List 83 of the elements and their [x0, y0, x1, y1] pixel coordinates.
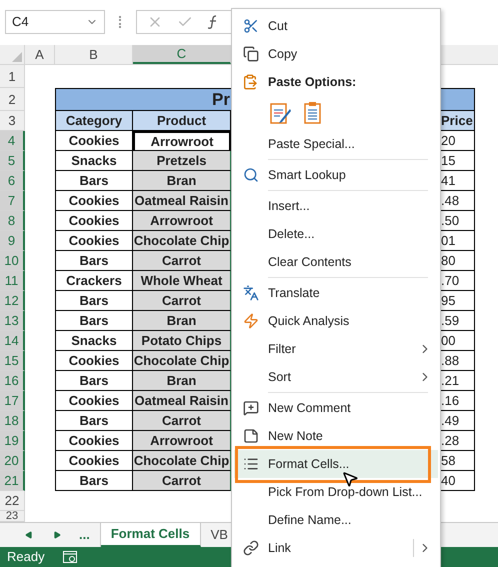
row-header[interactable]: 10 — [0, 251, 25, 271]
row-header[interactable]: 7 — [0, 191, 25, 211]
table-cell: Oatmeal Raisin — [133, 391, 231, 411]
table-cell: Oatmeal Raisin — [133, 191, 231, 211]
table-cell: Chocolate Chip — [133, 451, 231, 471]
row-header[interactable]: 14 — [0, 331, 25, 351]
row-header[interactable]: 4 — [0, 131, 25, 151]
clipboard-icon — [242, 74, 258, 90]
lightning-icon — [243, 313, 259, 329]
table-cell: Carrot — [133, 291, 231, 311]
menu-item[interactable]: New Comment — [234, 394, 438, 422]
table-cell: Bran — [133, 371, 231, 391]
table-cell: Bran — [133, 311, 231, 331]
paste-format-icon[interactable] — [270, 101, 292, 125]
row-header[interactable]: 13 — [0, 311, 25, 331]
menu-item[interactable]: Delete... — [234, 220, 438, 248]
column-header[interactable]: C — [133, 45, 231, 64]
column-header[interactable]: A — [25, 45, 55, 64]
cursor-icon — [341, 470, 359, 488]
name-box[interactable]: C4 — [5, 10, 105, 34]
menu-item[interactable]: Insert... — [234, 192, 438, 220]
menu-item[interactable]: Sort — [234, 363, 438, 391]
table-cell: Chocolate Chip — [133, 231, 231, 251]
row-header[interactable]: 5 — [0, 151, 25, 171]
row-header[interactable]: 9 — [0, 231, 25, 251]
row-header[interactable]: 3 — [0, 111, 25, 131]
menu-item[interactable]: Filter — [234, 335, 438, 363]
row-header[interactable]: 16 — [0, 371, 25, 391]
menu-item[interactable]: Translate — [234, 279, 438, 307]
more-sheets-button[interactable]: ... — [79, 525, 90, 545]
copy-icon — [243, 46, 259, 62]
status-text: Ready — [7, 548, 45, 566]
row-header[interactable]: 1 — [0, 65, 25, 88]
menu-item[interactable]: Paste Special... — [234, 130, 438, 158]
table-cell: Arrowroot — [133, 211, 231, 231]
table-cell: Chocolate Chip — [133, 351, 231, 371]
row-header[interactable]: 22 — [0, 491, 25, 511]
translate-icon — [243, 285, 259, 301]
menu-item[interactable]: Copy — [234, 40, 438, 68]
function-icon[interactable] — [207, 15, 219, 29]
scroll-left-icon[interactable] — [25, 531, 33, 539]
menu-item[interactable]: Quick Analysis — [234, 307, 438, 335]
scissors-icon — [243, 18, 259, 34]
table-cell: Pretzels — [133, 151, 231, 171]
menu-item[interactable]: Format Cells... — [234, 450, 438, 478]
row-header[interactable]: 11 — [0, 271, 25, 291]
table-cell: Arrowroot — [133, 431, 231, 451]
table-header-cell: Price — [441, 111, 475, 131]
menu-section-header: Paste Options: — [268, 74, 356, 91]
table-cell: Carrot — [133, 251, 231, 271]
menu-item[interactable]: Cut — [234, 12, 438, 40]
table-cell: Bran — [133, 171, 231, 191]
row-header[interactable]: 20 — [0, 451, 25, 471]
table-cell: Potato Chips — [133, 331, 231, 351]
row-header[interactable]: 2 — [0, 88, 25, 111]
menu-item[interactable]: New Note — [234, 422, 438, 450]
grip-icon — [119, 16, 122, 28]
row-header[interactable]: 18 — [0, 411, 25, 431]
row-header[interactable]: 21 — [0, 471, 25, 491]
table-cell: Arrowroot — [133, 131, 231, 151]
search-icon — [243, 167, 259, 183]
scroll-right-icon[interactable] — [53, 531, 61, 539]
table-cell: Carrot — [133, 411, 231, 431]
table-header-cell: Category — [55, 111, 133, 131]
sheet-tab[interactable]: Format Cells — [100, 523, 201, 547]
row-header[interactable]: 8 — [0, 211, 25, 231]
comment-icon — [243, 400, 259, 416]
macro-record-icon[interactable] — [62, 551, 77, 563]
row-header[interactable]: 17 — [0, 391, 25, 411]
row-header[interactable]: 6 — [0, 171, 25, 191]
menu-item[interactable]: Clear Contents — [234, 248, 438, 276]
table-header-cell: Product — [133, 111, 231, 131]
row-header[interactable]: 12 — [0, 291, 25, 311]
row-header[interactable]: 15 — [0, 351, 25, 371]
table-cell: Whole Wheat — [133, 271, 231, 291]
link-icon — [243, 540, 259, 556]
paste-values-icon[interactable] — [304, 101, 322, 125]
menu-item[interactable]: Smart Lookup — [234, 161, 438, 189]
list-icon — [243, 456, 259, 472]
row-header[interactable]: 23 — [0, 511, 25, 522]
note-icon — [243, 428, 259, 444]
row-header[interactable]: 19 — [0, 431, 25, 451]
table-cell: Carrot — [133, 471, 231, 491]
